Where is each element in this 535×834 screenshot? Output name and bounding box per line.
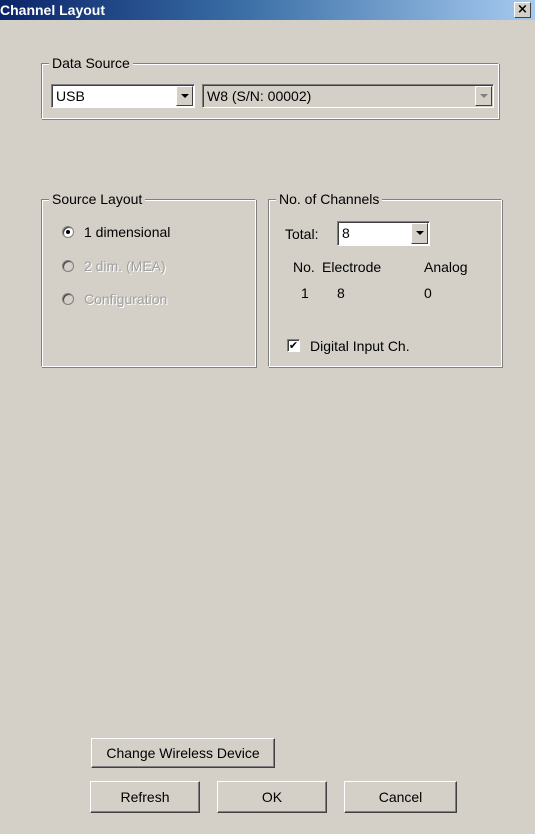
window-title: Channel Layout — [0, 2, 106, 18]
header-electrode: Electrode — [322, 259, 382, 275]
source-layout-group: Source Layout 1 dimensional 2 dim. (MEA)… — [41, 191, 256, 367]
source-type-select[interactable]: USB — [51, 84, 195, 108]
radio-label: Configuration — [84, 291, 168, 307]
chevron-down-icon[interactable] — [176, 86, 193, 106]
digital-input-label: Digital Input Ch. — [310, 338, 410, 354]
header-no: No. — [293, 259, 315, 275]
change-wireless-device-label: Change Wireless Device — [106, 745, 260, 761]
radio-label: 1 dimensional — [84, 224, 171, 240]
cancel-label: Cancel — [378, 789, 423, 805]
total-channels-value: 8 — [342, 225, 350, 241]
device-select: W8 (S/N: 00002) — [202, 84, 494, 108]
total-label: Total: — [285, 226, 319, 242]
source-type-value: USB — [56, 88, 85, 104]
close-icon: × — [517, 2, 528, 17]
data-source-legend: Data Source — [49, 55, 133, 71]
ok-button[interactable]: OK — [217, 781, 327, 813]
ok-label: OK — [261, 789, 283, 805]
radio-button — [62, 260, 74, 272]
chevron-down-icon[interactable] — [411, 223, 428, 244]
chevron-down-icon — [475, 86, 492, 106]
check-icon: ✔ — [288, 339, 299, 352]
radio-button — [62, 293, 74, 305]
radio-label: 2 dim. (MEA) — [84, 258, 166, 274]
close-button[interactable]: × — [514, 2, 531, 18]
refresh-label: Refresh — [120, 789, 170, 805]
row-electrode-value: 8 — [337, 285, 345, 301]
digital-input-checkbox[interactable]: ✔ — [287, 339, 300, 352]
device-value: W8 (S/N: 00002) — [207, 88, 312, 104]
title-bar: Channel Layout × — [0, 0, 535, 20]
channels-legend: No. of Channels — [276, 191, 383, 207]
change-wireless-device-button[interactable]: Change Wireless Device — [91, 738, 275, 768]
radio-button[interactable] — [62, 226, 74, 238]
total-channels-select[interactable]: 8 — [337, 221, 430, 246]
refresh-button[interactable]: Refresh — [90, 781, 200, 813]
source-layout-legend: Source Layout — [49, 191, 146, 207]
header-analog: Analog — [424, 259, 468, 275]
row-analog-value: 0 — [424, 285, 432, 301]
cancel-button[interactable]: Cancel — [344, 781, 457, 813]
row-no-value: 1 — [301, 285, 309, 301]
